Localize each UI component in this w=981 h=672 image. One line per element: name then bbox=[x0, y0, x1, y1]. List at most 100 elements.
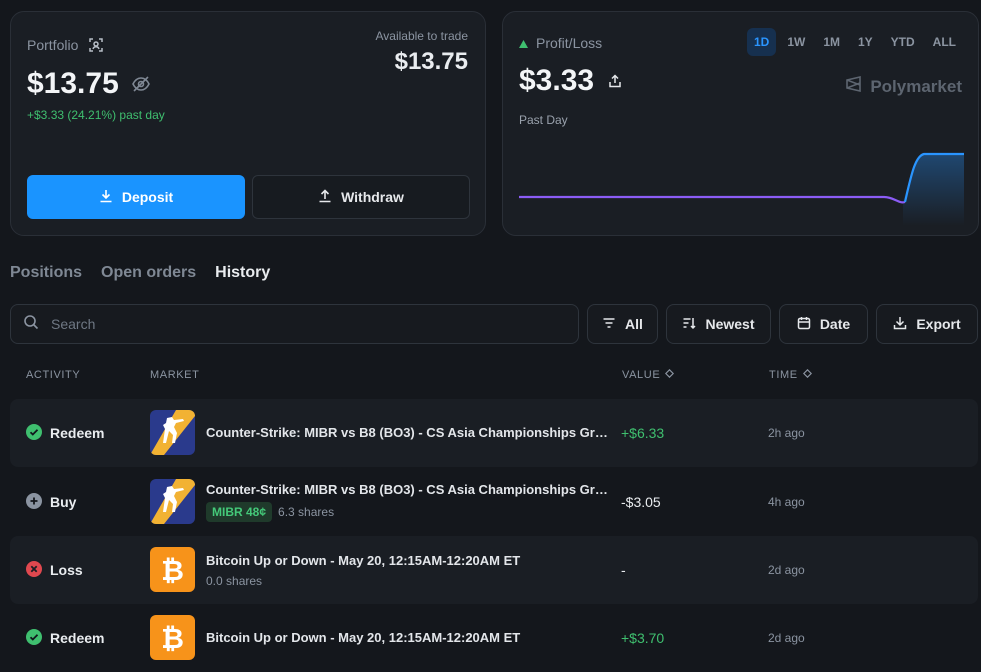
value-cell: +$3.70 bbox=[621, 630, 665, 646]
header-market-label: MARKET bbox=[150, 369, 200, 381]
x-circle-icon bbox=[26, 560, 42, 580]
header-time-label: TIME bbox=[769, 369, 798, 381]
activity-cell: Redeem bbox=[26, 604, 104, 672]
plus-circle-icon bbox=[26, 492, 42, 512]
scan-icon[interactable] bbox=[88, 37, 104, 53]
portfolio-title: Portfolio bbox=[27, 37, 104, 53]
sparkline-area bbox=[903, 154, 964, 226]
filter-icon bbox=[602, 316, 616, 333]
filter-all-label: All bbox=[625, 316, 643, 332]
value-cell: - bbox=[621, 562, 626, 578]
sort-newest-button[interactable]: Newest bbox=[666, 304, 771, 344]
time-cell: 2h ago bbox=[768, 426, 805, 440]
time-cell: 2d ago bbox=[768, 631, 805, 645]
counter-strike-thumbnail-icon[interactable] bbox=[150, 410, 195, 455]
shares-label: 0.0 shares bbox=[206, 574, 263, 588]
share-icon[interactable] bbox=[608, 74, 622, 88]
withdraw-label: Withdraw bbox=[341, 189, 404, 205]
profit-loss-sparkline bbox=[519, 146, 964, 226]
position-info: MIBR 48¢ 6.3 shares bbox=[206, 502, 334, 522]
header-activity: ACTIVITY bbox=[26, 369, 80, 381]
range-selector: 1D 1W 1M 1Y YTD ALL bbox=[746, 28, 963, 56]
deposit-label: Deposit bbox=[121, 189, 174, 205]
polymarket-brand-label: Polymarket bbox=[870, 76, 962, 96]
search-icon bbox=[23, 314, 39, 335]
activity-label: Redeem bbox=[50, 425, 105, 441]
value-cell: +$6.33 bbox=[621, 425, 665, 441]
polymarket-brand: Polymarket bbox=[845, 75, 962, 98]
table-row[interactable]: Loss ₿ Bitcoin Up or Down - May 20, 12:1… bbox=[10, 536, 978, 604]
search-input[interactable] bbox=[51, 316, 531, 332]
upload-icon bbox=[318, 188, 332, 206]
bitcoin-thumbnail-icon[interactable]: ₿ bbox=[150, 615, 195, 660]
sort-newest-label: Newest bbox=[705, 316, 755, 332]
profit-loss-title-label: Profit/Loss bbox=[536, 35, 603, 51]
time-cell: 4h ago bbox=[768, 495, 805, 509]
table-row[interactable]: Redeem Counter-Strike: MIBR vs B8 (BO3) … bbox=[10, 399, 978, 467]
sort-icon bbox=[682, 316, 697, 333]
table-row[interactable]: Redeem ₿ Bitcoin Up or Down - May 20, 12… bbox=[10, 604, 978, 672]
header-activity-label: ACTIVITY bbox=[26, 369, 81, 381]
calendar-icon bbox=[797, 316, 811, 333]
activity-label: Buy bbox=[50, 494, 77, 510]
activity-cell: Redeem bbox=[26, 399, 104, 467]
withdraw-button[interactable]: Withdraw bbox=[252, 175, 470, 219]
header-value[interactable]: VALUE bbox=[622, 368, 675, 381]
profit-loss-title: Profit/Loss bbox=[519, 35, 602, 51]
download-icon bbox=[893, 316, 907, 333]
value-cell: -$3.05 bbox=[621, 494, 661, 510]
download-icon bbox=[99, 189, 113, 206]
portfolio-title-label: Portfolio bbox=[27, 37, 79, 53]
range-1m[interactable]: 1M bbox=[816, 28, 847, 56]
filter-all-button[interactable]: All bbox=[587, 304, 658, 344]
activity-cell: Buy bbox=[26, 468, 76, 536]
header-time[interactable]: TIME bbox=[769, 368, 812, 381]
market-title[interactable]: Bitcoin Up or Down - May 20, 12:15AM-12:… bbox=[206, 630, 611, 645]
time-cell: 2d ago bbox=[768, 563, 805, 577]
range-ytd[interactable]: YTD bbox=[884, 28, 922, 56]
chart-period-label: Past Day bbox=[519, 113, 568, 127]
bitcoin-thumbnail-icon[interactable]: ₿ bbox=[150, 547, 195, 592]
range-1y[interactable]: 1Y bbox=[851, 28, 880, 56]
market-title[interactable]: Bitcoin Up or Down - May 20, 12:15AM-12:… bbox=[206, 553, 611, 568]
portfolio-value: $13.75 bbox=[27, 67, 151, 101]
sort-diamond-icon bbox=[802, 368, 812, 381]
range-all[interactable]: ALL bbox=[926, 28, 963, 56]
market-title[interactable]: Counter-Strike: MIBR vs B8 (BO3) - CS As… bbox=[206, 482, 611, 497]
tab-open-orders[interactable]: Open orders bbox=[101, 264, 196, 282]
date-label: Date bbox=[819, 316, 851, 332]
check-circle-icon bbox=[26, 628, 42, 648]
available-to-trade-value: $13.75 bbox=[394, 48, 468, 75]
shares-label: 6.3 shares bbox=[278, 505, 335, 519]
polymarket-logo-icon bbox=[845, 75, 863, 98]
header-market: MARKET bbox=[150, 369, 199, 381]
portfolio-card: Portfolio Available to trade $13.75 $13.… bbox=[10, 11, 486, 236]
sparkline-line-before bbox=[519, 195, 906, 204]
svg-text:₿: ₿ bbox=[161, 622, 184, 655]
sort-diamond-icon bbox=[665, 368, 675, 381]
search-box bbox=[10, 304, 579, 344]
profit-loss-card: Profit/Loss 1D 1W 1M 1Y YTD ALL $3.33 Po… bbox=[502, 11, 979, 236]
portfolio-change: +$3.33 (24.21%) past day bbox=[27, 108, 165, 122]
tab-history[interactable]: History bbox=[215, 264, 270, 282]
date-button[interactable]: Date bbox=[779, 304, 868, 344]
profit-loss-value: $3.33 bbox=[519, 64, 622, 98]
activity-label: Loss bbox=[50, 562, 83, 578]
export-label: Export bbox=[916, 316, 961, 332]
range-1d[interactable]: 1D bbox=[746, 28, 777, 56]
counter-strike-thumbnail-icon[interactable] bbox=[150, 479, 195, 524]
header-value-label: VALUE bbox=[622, 369, 661, 381]
export-button[interactable]: Export bbox=[876, 304, 978, 344]
range-1w[interactable]: 1W bbox=[780, 28, 812, 56]
activity-cell: Loss bbox=[26, 536, 83, 604]
position-info: 0.0 shares bbox=[206, 574, 262, 588]
check-circle-icon bbox=[26, 423, 42, 443]
deposit-button[interactable]: Deposit bbox=[27, 175, 245, 219]
tab-positions[interactable]: Positions bbox=[10, 264, 82, 282]
table-row[interactable]: Buy Counter-Strike: MIBR vs B8 (BO3) - C… bbox=[10, 468, 978, 536]
triangle-up-icon bbox=[519, 35, 528, 51]
market-title[interactable]: Counter-Strike: MIBR vs B8 (BO3) - CS As… bbox=[206, 425, 611, 440]
eye-off-icon[interactable] bbox=[131, 74, 151, 94]
history-tabs: Positions Open orders History bbox=[10, 264, 270, 282]
outcome-chip: MIBR 48¢ bbox=[206, 502, 273, 522]
